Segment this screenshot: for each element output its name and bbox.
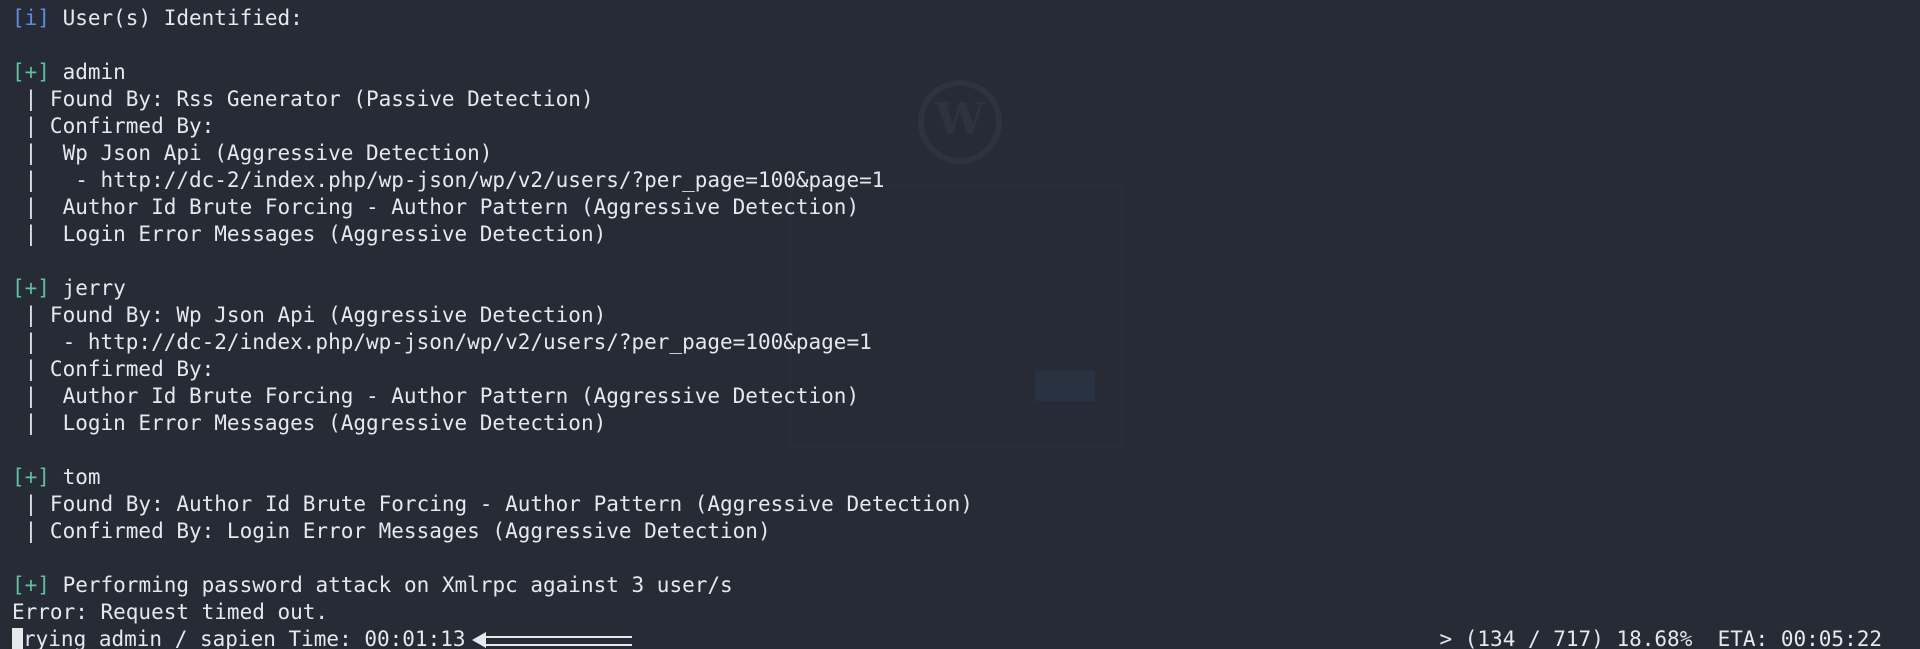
terminal-line: | Found By: Wp Json Api (Aggressive Dete… bbox=[12, 302, 973, 329]
progress-status: > (134 / 717) 18.68% ETA: 00:05:22 bbox=[1439, 627, 1882, 649]
line-text: | Confirmed By: Login Error Messages (Ag… bbox=[12, 519, 771, 543]
terminal-line: [+] tom bbox=[12, 464, 973, 491]
terminal-line: | Login Error Messages (Aggressive Detec… bbox=[12, 410, 973, 437]
line-text: tom bbox=[49, 465, 101, 489]
line-text: | Login Error Messages (Aggressive Detec… bbox=[12, 411, 607, 435]
terminal-window[interactable]: [i] User(s) Identified: [+] admin | Found… bbox=[0, 0, 1920, 649]
terminal-line: | Wp Json Api (Aggressive Detection) bbox=[12, 140, 973, 167]
terminal-line: [+] admin bbox=[12, 59, 973, 86]
line-text: | Found By: Rss Generator (Passive Detec… bbox=[12, 87, 594, 111]
terminal-line: [+] jerry bbox=[12, 275, 973, 302]
terminal-line: | Found By: Author Id Brute Forcing - Au… bbox=[12, 491, 973, 518]
background-login-button bbox=[1035, 371, 1095, 401]
terminal-line: | Confirmed By: Login Error Messages (Ag… bbox=[12, 518, 973, 545]
info-tag: [i] bbox=[12, 6, 50, 30]
line-text: User(s) Identified: bbox=[49, 6, 303, 30]
line-text: | Wp Json Api (Aggressive Detection) bbox=[12, 141, 493, 165]
plus-tag: [+] bbox=[12, 276, 50, 300]
terminal-line: | Author Id Brute Forcing - Author Patte… bbox=[12, 383, 973, 410]
terminal-line: | Author Id Brute Forcing - Author Patte… bbox=[12, 194, 973, 221]
terminal-line: | Confirmed By: bbox=[12, 356, 973, 383]
progress-arrow-icon bbox=[471, 632, 632, 648]
terminal-line: | - http://dc-2/index.php/wp-json/wp/v2/… bbox=[12, 167, 973, 194]
line-text: | - http://dc-2/index.php/wp-json/wp/v2/… bbox=[12, 168, 885, 192]
terminal-line: [i] User(s) Identified: bbox=[12, 5, 973, 32]
line-text: Error: Request timed out. bbox=[12, 600, 329, 624]
line-text: Performing password attack on Xmlrpc aga… bbox=[49, 573, 733, 597]
progress-text: rying admin / sapien Time: 00:01:13 bbox=[23, 627, 466, 649]
terminal-line: | Login Error Messages (Aggressive Detec… bbox=[12, 221, 973, 248]
terminal-line: | Confirmed By: bbox=[12, 113, 973, 140]
plus-tag: [+] bbox=[12, 573, 50, 597]
progress-line: rying admin / sapien Time: 00:01:13 bbox=[12, 626, 973, 649]
terminal-output: [i] User(s) Identified: [+] admin | Found… bbox=[12, 5, 973, 649]
line-text: | Author Id Brute Forcing - Author Patte… bbox=[12, 195, 860, 219]
line-text: | Login Error Messages (Aggressive Detec… bbox=[12, 222, 607, 246]
line-text: | Confirmed By: bbox=[12, 357, 215, 381]
line-text: | Confirmed By: bbox=[12, 114, 215, 138]
line-text: | Found By: Author Id Brute Forcing - Au… bbox=[12, 492, 973, 516]
line-text: admin bbox=[49, 60, 126, 84]
line-text: | - http://dc-2/index.php/wp-json/wp/v2/… bbox=[12, 330, 872, 354]
line-text: | Author Id Brute Forcing - Author Patte… bbox=[12, 384, 860, 408]
plus-tag: [+] bbox=[12, 60, 50, 84]
terminal-line: Error: Request timed out. bbox=[12, 599, 973, 626]
terminal-line: [+] Performing password attack on Xmlrpc… bbox=[12, 572, 973, 599]
cursor-block bbox=[12, 628, 23, 649]
line-text: | Found By: Wp Json Api (Aggressive Dete… bbox=[12, 303, 607, 327]
plus-tag: [+] bbox=[12, 465, 50, 489]
terminal-line: | Found By: Rss Generator (Passive Detec… bbox=[12, 86, 973, 113]
terminal-line: | - http://dc-2/index.php/wp-json/wp/v2/… bbox=[12, 329, 973, 356]
line-text: jerry bbox=[49, 276, 126, 300]
